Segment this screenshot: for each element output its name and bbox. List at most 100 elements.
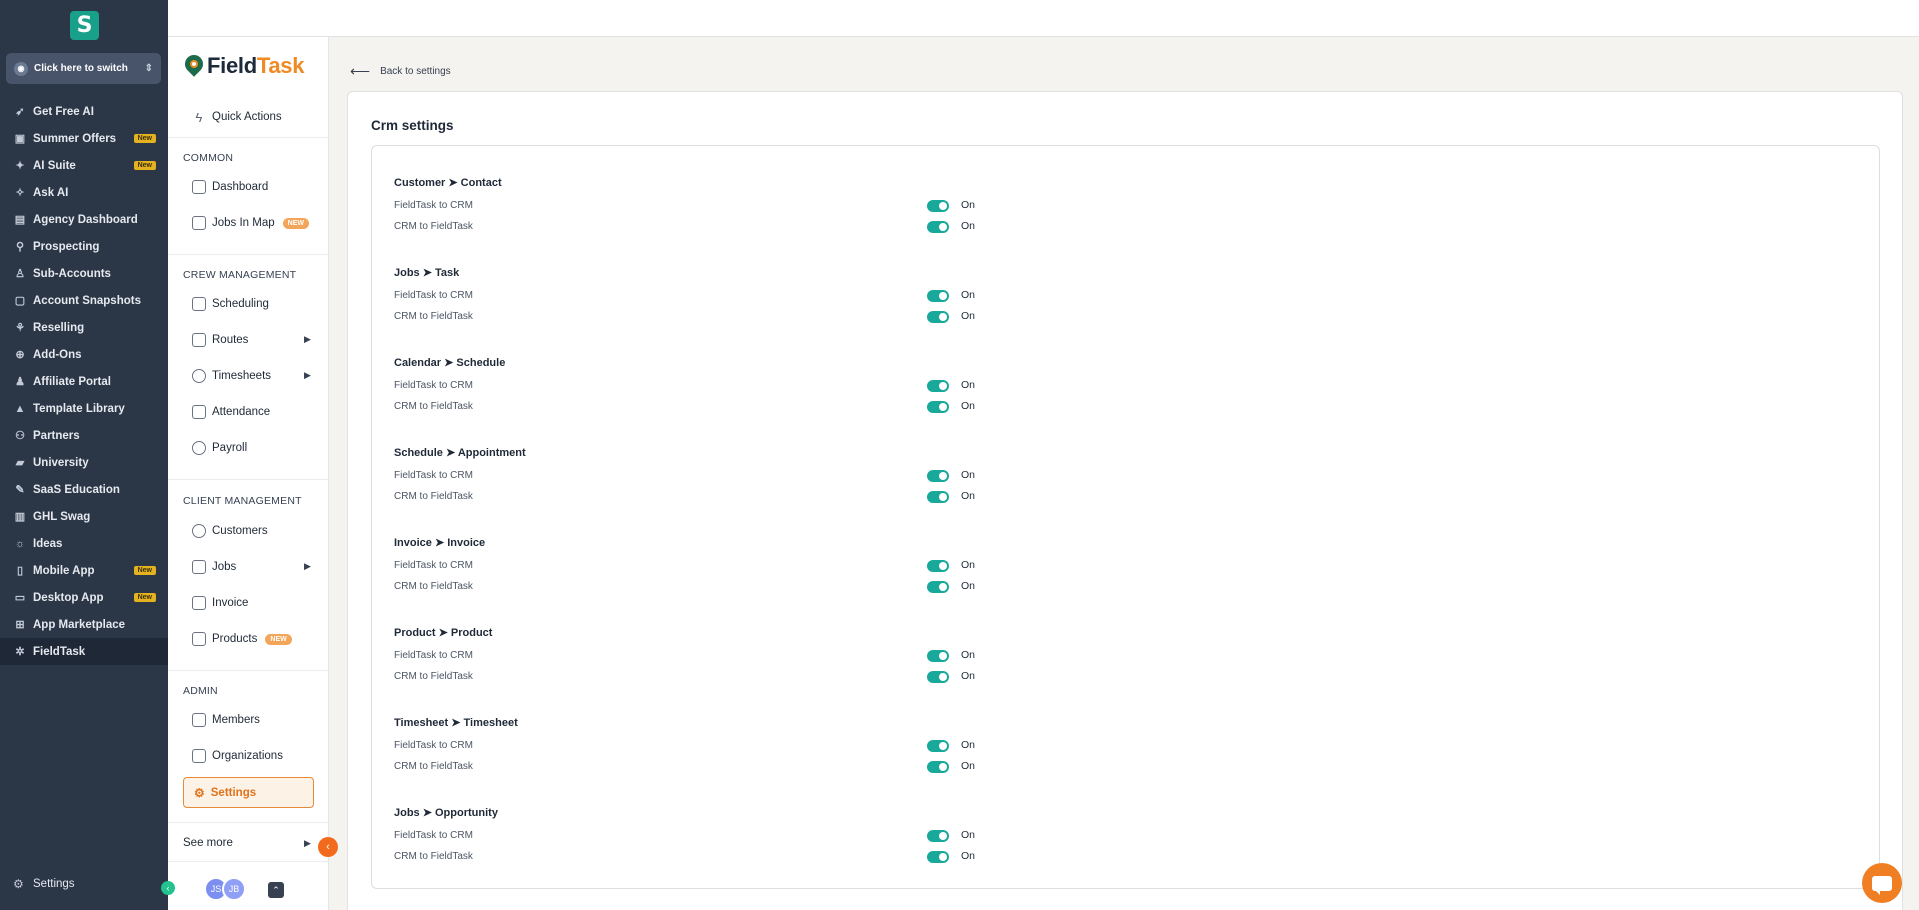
chevron-updown-icon: ⇕ [144,63,153,74]
chat-bubble-icon [1872,875,1892,895]
sidebar-item-prospecting[interactable]: ⚲ Prospecting [0,233,168,260]
sync-toggle[interactable] [927,311,949,323]
sidebar-item-saas-education[interactable]: ✎ SaaS Education [0,476,168,503]
see-more-button[interactable]: See more [183,837,233,849]
sidebar-item-label: Account Snapshots [33,294,141,307]
sync-toggle[interactable] [927,491,949,503]
sync-group-title: Jobs ➤ Task [394,267,460,279]
nav-members[interactable]: Members [192,710,260,730]
divider [168,137,328,138]
nav-jobs-in-map[interactable]: Jobs In Map NEW [192,213,309,233]
sync-toggle[interactable] [927,671,949,683]
sync-toggle[interactable] [927,761,949,773]
sidebar-item-ask-ai[interactable]: ✧ Ask AI [0,179,168,206]
sidebar-item-summer-offers[interactable]: ▣ Summer Offers New [0,125,168,152]
sync-direction-label: CRM to FieldTask [394,761,473,772]
sidebar-item-university[interactable]: ▰ University [0,449,168,476]
sync-toggle[interactable] [927,470,949,482]
toggle-state-label: On [961,649,976,661]
sidebar-item-add-ons[interactable]: ⊕ Add-Ons [0,341,168,368]
user-avatars[interactable]: JS JB [204,877,246,901]
sidebar-item-account-snapshots[interactable]: ▢ Account Snapshots [0,287,168,314]
sync-direction-label: CRM to FieldTask [394,581,473,592]
attendance-icon [192,405,206,419]
chat-widget-button[interactable] [1862,863,1902,903]
collapse-fieldtask-sidebar-button[interactable]: ‹ [318,837,338,857]
nav-scheduling[interactable]: Scheduling [192,294,269,314]
sidebar-item-label: Ask AI [33,186,69,199]
sidebar-item-affiliate-portal[interactable]: ♟ Affiliate Portal [0,368,168,395]
nav-timesheets[interactable]: Timesheets [192,366,271,386]
caret-right-icon[interactable]: ▶ [304,838,311,849]
collapse-sidebar-button[interactable]: ‹ [161,881,175,895]
sidebar-item-label: SaaS Education [33,483,120,496]
sidebar-item-label: GHL Swag [33,510,91,523]
caret-right-icon[interactable]: ▶ [304,334,311,345]
nav-jobs[interactable]: Jobs [192,557,236,577]
sidebar-item-desktop-app[interactable]: ▭ Desktop App New [0,584,168,611]
sync-toggle[interactable] [927,830,949,842]
sidebar-item-fieldtask[interactable]: ✲ FieldTask [0,638,168,665]
sidebar-item-reselling[interactable]: ⚘ Reselling [0,314,168,341]
desktop-icon: ▭ [14,592,26,604]
caret-right-icon[interactable]: ▶ [304,370,311,381]
crm-settings-panel [371,145,1880,889]
sidebar-item-label: Add-Ons [33,348,82,361]
chevron-up-icon[interactable]: ⌃ [268,882,284,898]
divider [168,861,328,862]
back-to-settings-link[interactable]: ⟵ Back to settings [350,63,451,80]
sync-toggle[interactable] [927,221,949,233]
toggle-state-label: On [961,670,976,682]
sync-direction-label: FieldTask to CRM [394,290,473,301]
sidebar-item-template-library[interactable]: ▲ Template Library [0,395,168,422]
nav-label: Organizations [212,750,283,762]
user-icon: ♙ [15,268,25,280]
sync-toggle[interactable] [927,740,949,752]
sync-toggle[interactable] [927,290,949,302]
sync-direction-label: FieldTask to CRM [394,830,473,841]
sync-direction-label: FieldTask to CRM [394,560,473,571]
nav-settings[interactable]: ⚙ Settings [183,777,314,808]
sidebar-item-ai-suite[interactable]: ✦ AI Suite New [0,152,168,179]
sync-toggle[interactable] [927,650,949,662]
nav-attendance[interactable]: Attendance [192,402,270,422]
sync-toggle[interactable] [927,560,949,572]
nav-products[interactable]: Products NEW [192,629,292,649]
nav-payroll[interactable]: Payroll [192,438,247,458]
sidebar-item-settings[interactable]: ⚙ Settings [13,877,75,891]
sync-toggle[interactable] [927,200,949,212]
app-logo[interactable]: S [70,11,99,40]
avatar[interactable]: JB [222,877,246,901]
nav-routes[interactable]: Routes [192,330,248,350]
sidebar-item-sub-accounts[interactable]: ♙ Sub-Accounts [0,260,168,287]
sidebar-item-ideas[interactable]: ☼ Ideas [0,530,168,557]
sidebar-item-agency-dashboard[interactable]: ▤ Agency Dashboard [0,206,168,233]
sidebar-item-ghl-swag[interactable]: ▥ GHL Swag [0,503,168,530]
swag-icon: ▥ [14,511,26,523]
jobs-icon [192,560,206,574]
sidebar-item-get-free-ai[interactable]: ➶ Get Free AI [0,98,168,125]
sidebar-item-app-marketplace[interactable]: ⊞ App Marketplace [0,611,168,638]
nav-dashboard[interactable]: Dashboard [192,177,268,197]
sync-direction-label: FieldTask to CRM [394,650,473,661]
sync-toggle[interactable] [927,581,949,593]
quick-actions-item[interactable]: ϟ Quick Actions [192,107,282,127]
agency-sidebar: S ◉ Click here to switch ⇕ ➶ Get Free AI ▣… [0,0,168,910]
toggle-state-label: On [961,829,976,841]
sync-group-title: Timesheet ➤ Timesheet [394,717,518,729]
nav-organizations[interactable]: Organizations [192,746,283,766]
sidebar-item-partners[interactable]: ⚇ Partners [0,422,168,449]
fieldtask-logo[interactable]: Field Task [181,51,304,79]
nav-invoice[interactable]: Invoice [192,593,248,613]
caret-right-icon[interactable]: ▶ [304,561,311,572]
sync-toggle[interactable] [927,380,949,392]
nav-label: Products [212,633,258,645]
divider [168,479,328,480]
sync-toggle[interactable] [927,401,949,413]
sync-toggle[interactable] [927,851,949,863]
sidebar-item-mobile-app[interactable]: ▯ Mobile App New [0,557,168,584]
sidebar-item-label: Reselling [33,321,85,334]
users-icon: ♟ [15,376,25,388]
nav-customers[interactable]: Customers [192,521,268,541]
account-switcher[interactable]: ◉ Click here to switch ⇕ [6,53,161,84]
